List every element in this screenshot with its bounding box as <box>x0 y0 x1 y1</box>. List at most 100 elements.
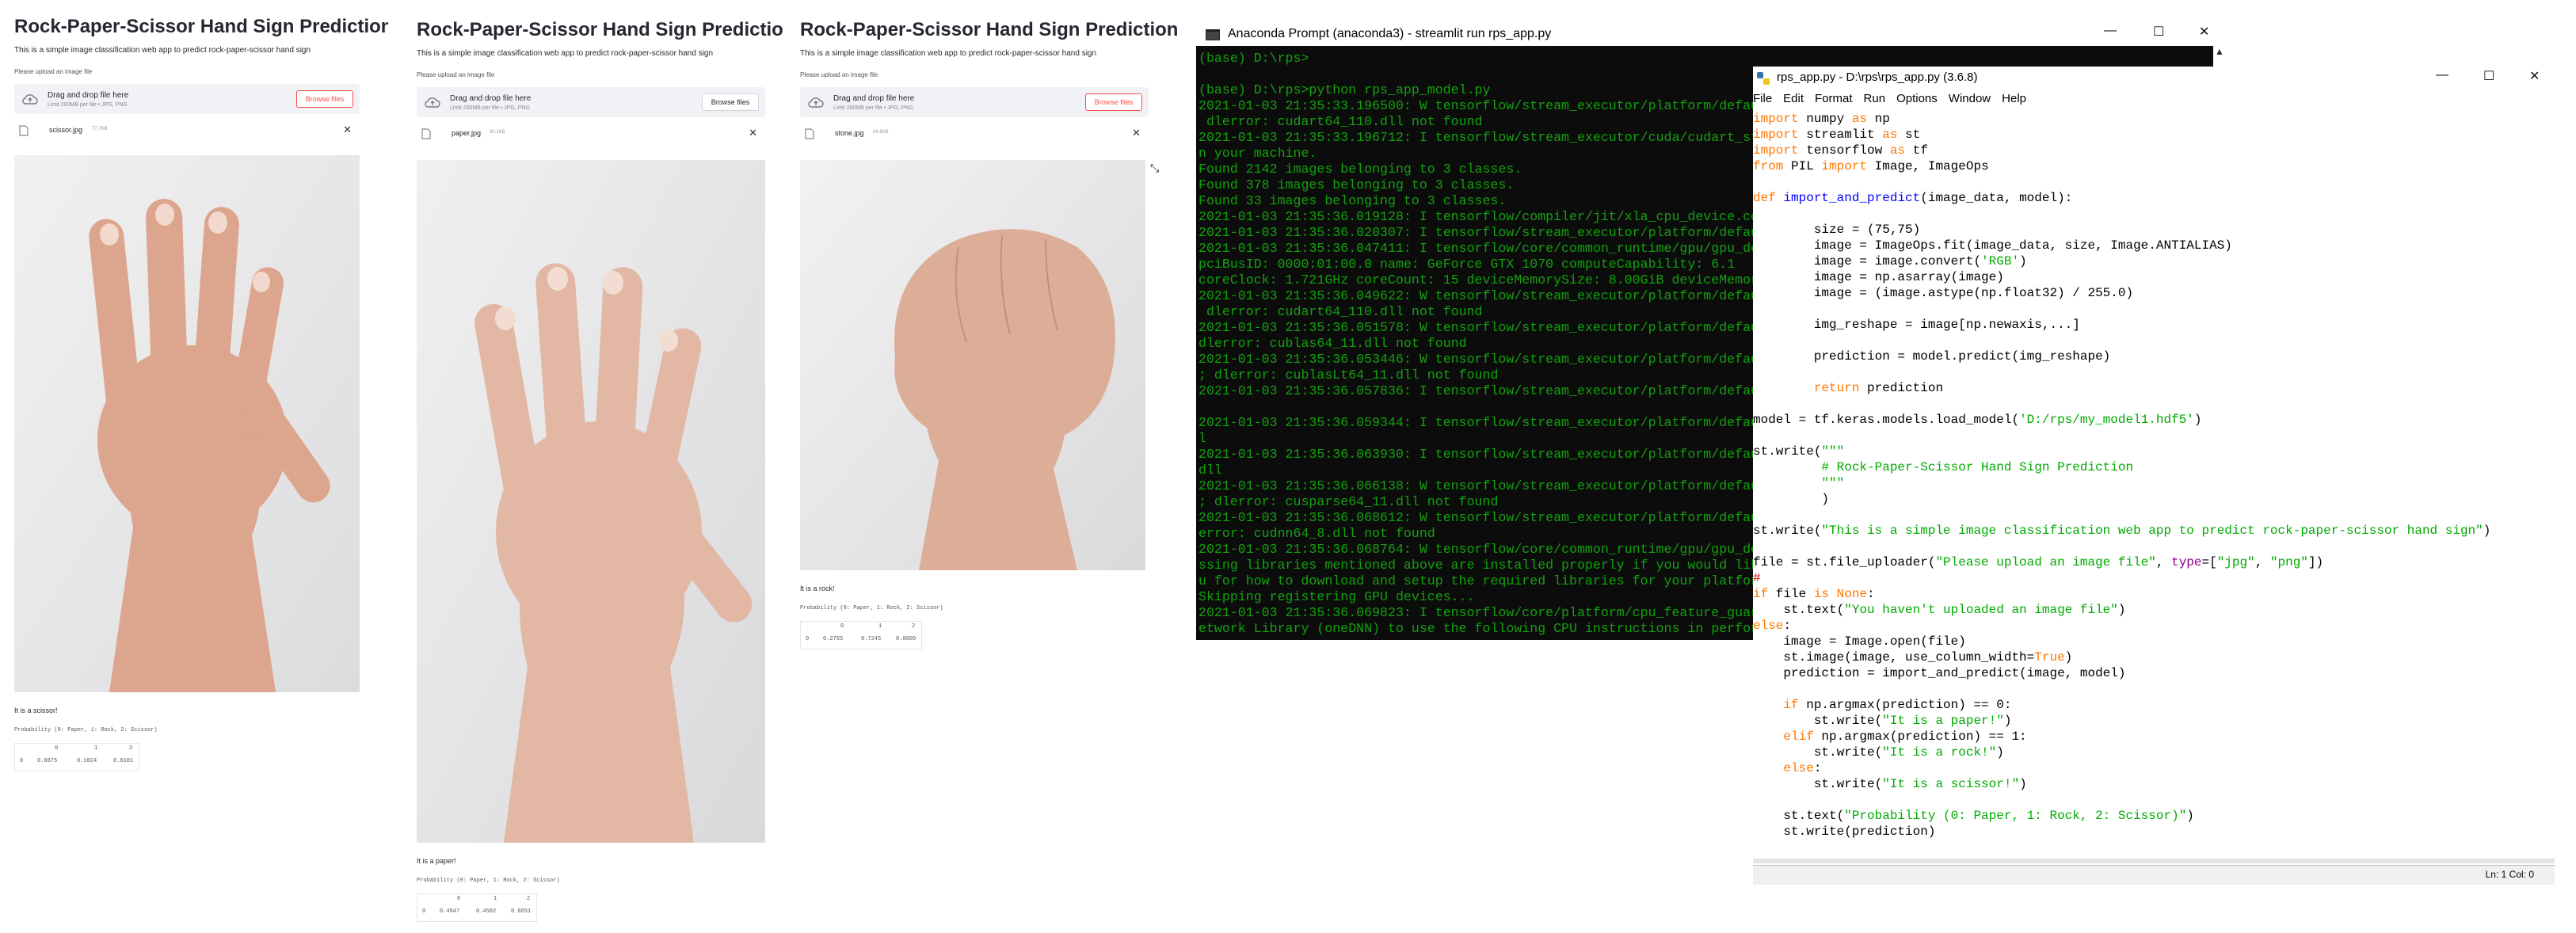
df-index: 0 <box>422 908 426 915</box>
cursor-position: Ln: 1 Col: 0 <box>2485 869 2534 880</box>
menu-edit[interactable]: Edit <box>1783 92 1804 105</box>
page-subtitle: This is a simple image classification we… <box>417 49 714 58</box>
code-line: st.image(image, use_column_width=True) <box>1753 650 2073 665</box>
terminal-prompt: (base) D:\rps> <box>1198 51 1309 66</box>
code-line: prediction = import_and_predict(image, m… <box>1753 666 2126 680</box>
file-uploader[interactable]: Drag and drop file here Limit 200MB per … <box>800 87 1149 117</box>
menu-window[interactable]: Window <box>1949 92 1991 105</box>
code-line: if np.argmax(prediction) == 0: <box>1783 698 2012 712</box>
maximize-icon[interactable]: ☐ <box>2483 68 2494 84</box>
terminal-line: ; dlerror: cublasLt64_11.dll not found <box>1198 367 1499 383</box>
df-value-0: 0.2755 <box>823 636 844 642</box>
file-uploader[interactable]: Drag and drop file here Limit 200MB per … <box>417 87 765 117</box>
upload-label: Please upload an image file <box>14 68 93 75</box>
code-line: if file is None: <box>1753 587 1875 601</box>
menu-help[interactable]: Help <box>2002 92 2026 105</box>
file-icon <box>805 128 814 139</box>
page-title: Rock-Paper-Scissor Hand Sign Prediction <box>417 19 795 40</box>
file-icon <box>19 125 29 136</box>
code-line: from PIL import Image, ImageOps <box>1753 159 1989 173</box>
browse-files-button[interactable]: Browse files <box>296 90 353 108</box>
menu-file[interactable]: File <box>1753 92 1772 105</box>
df-index: 0 <box>806 636 810 642</box>
file-name: paper.jpg <box>452 129 482 137</box>
terminal-line: dlerror: cudart64_110.dll not found <box>1198 304 1483 319</box>
browse-files-button[interactable]: Browse files <box>1085 93 1142 111</box>
code-line: prediction = model.predict(img_reshape) <box>1753 349 2111 364</box>
df-col-0: 0 <box>55 745 59 752</box>
cloud-upload-icon <box>425 97 440 108</box>
status-bar: Ln: 1 Col: 0 <box>1753 865 2555 885</box>
df-value-2: 0.0651 <box>511 908 532 915</box>
upload-limit-text: Limit 200MB per file • JPG, PNG <box>450 105 530 111</box>
code-line: # <box>1753 571 1761 585</box>
df-col-2: 2 <box>912 623 916 630</box>
editor-titlebar: rps_app.py - D:\rps\rps_app.py (3.6.8) —… <box>1753 67 2555 90</box>
terminal-line: n your machine. <box>1198 146 1317 161</box>
code-line: image = (image.astype(np.float32) / 255.… <box>1753 286 2134 300</box>
streamlit-app-rock: Rock-Paper-Scissor Hand Sign Prediction … <box>784 0 1180 933</box>
menu-format[interactable]: Format <box>1815 92 1853 105</box>
code-line: img_reshape = image[np.newaxis,...] <box>1753 318 2080 332</box>
resize-handle-icon[interactable]: ⤡ <box>1150 162 1159 175</box>
df-value-2: 0.8101 <box>113 758 134 764</box>
python-icon <box>1757 72 1770 85</box>
close-icon[interactable]: ✕ <box>2529 68 2540 84</box>
close-icon[interactable]: ✕ <box>2199 24 2209 40</box>
prediction-result: It is a scissor! <box>14 706 58 714</box>
maximize-icon[interactable]: ☐ <box>2153 24 2164 40</box>
probability-label: Probability (0: Paper, 1: Rock, 2: Sciss… <box>800 605 943 611</box>
minimize-icon[interactable]: — <box>2436 68 2448 82</box>
probability-label: Probability (0: Paper, 1: Rock, 2: Sciss… <box>14 727 158 733</box>
file-name: stone.jpg <box>835 129 864 137</box>
code-line: image = ImageOps.fit(image_data, size, I… <box>1753 238 2232 253</box>
terminal-line: u for how to download and setup the requ… <box>1198 573 1774 588</box>
upload-label: Please upload an image file <box>800 71 878 78</box>
page-title: Rock-Paper-Scissor Hand Sign Prediction <box>800 19 1179 40</box>
df-value-1: 0.7245 <box>861 636 882 642</box>
code-line: ) <box>1753 492 1830 506</box>
code-line: else: <box>1753 619 1792 633</box>
file-size: 64.6KB <box>873 130 889 135</box>
terminal-icon <box>1206 29 1220 40</box>
browse-files-button[interactable]: Browse files <box>702 93 759 111</box>
file-uploader[interactable]: Drag and drop file here Limit 200MB per … <box>14 84 360 114</box>
remove-file-icon[interactable]: ✕ <box>749 127 757 139</box>
code-line: def import_and_predict(image_data, model… <box>1753 191 2073 205</box>
remove-file-icon[interactable]: ✕ <box>343 124 352 136</box>
editor-title: rps_app.py - D:\rps\rps_app.py (3.6.8) <box>1777 70 1978 84</box>
df-value-1: 0.4502 <box>476 908 497 915</box>
menu-run[interactable]: Run <box>1864 92 1886 105</box>
terminal-line: (base) D:\rps>python rps_app_model.py <box>1198 82 1491 97</box>
df-col-1: 1 <box>878 623 882 630</box>
cloud-upload-icon <box>22 94 38 105</box>
df-col-1: 1 <box>493 896 497 902</box>
terminal-line: dlerror: cudart64_110.dll not found <box>1198 114 1483 129</box>
terminal-line: Found 378 images belonging to 3 classes. <box>1198 177 1515 192</box>
code-line: image = Image.open(file) <box>1753 634 1966 649</box>
idle-editor-window[interactable]: rps_app.py - D:\rps\rps_app.py (3.6.8) —… <box>1753 67 2555 890</box>
fist-photo <box>800 160 1145 570</box>
prediction-result: It is a paper! <box>417 857 456 865</box>
code-line: st.write("It is a scissor!") <box>1753 777 2027 791</box>
cloud-upload-icon <box>808 97 824 108</box>
code-line: image = image.convert('RGB') <box>1753 254 2027 268</box>
drag-drop-text: Drag and drop file here <box>833 94 915 103</box>
menu-options[interactable]: Options <box>1896 92 1938 105</box>
terminal-line: l <box>1198 431 1206 446</box>
editor-scroll-divider <box>1753 859 2555 863</box>
file-size: 77.7KB <box>92 127 108 131</box>
terminal-line: Found 33 images belonging to 3 classes. <box>1198 193 1507 208</box>
df-value-0: 0.4847 <box>440 908 460 915</box>
terminal-line: pciBusID: 0000:01:00.0 name: GeForce GTX… <box>1198 257 1736 272</box>
code-line: model = tf.keras.models.load_model('D:/r… <box>1753 413 2202 427</box>
code-line: """ <box>1753 476 1845 490</box>
minimize-icon[interactable]: — <box>2104 24 2117 38</box>
menu-bar: File Edit Format Run Options Window Help <box>1753 92 2037 109</box>
code-area[interactable]: import numpy as np import streamlit as s… <box>1753 111 2555 890</box>
remove-file-icon[interactable]: ✕ <box>1132 127 1141 139</box>
df-col-2: 2 <box>527 896 531 902</box>
prediction-result: It is a rock! <box>800 585 835 592</box>
code-line: file = st.file_uploader("Please upload a… <box>1753 555 2324 569</box>
uploaded-image <box>800 160 1145 570</box>
